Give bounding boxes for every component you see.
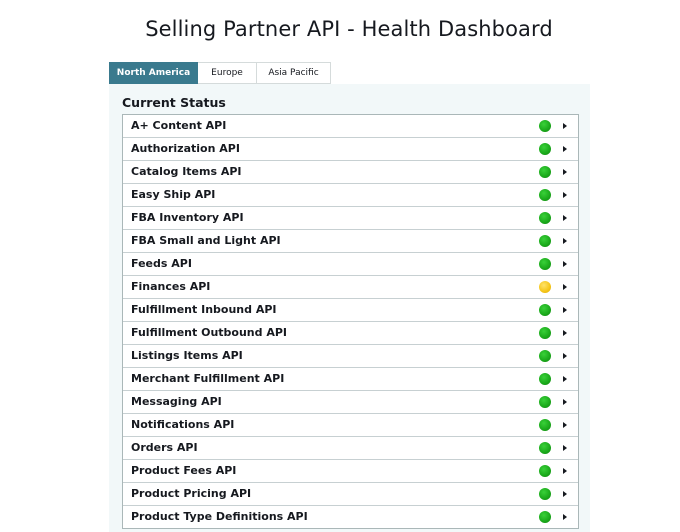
api-name: FBA Inventory API: [131, 211, 244, 224]
api-status-row[interactable]: Product Pricing API: [123, 482, 578, 505]
status-dot-icon: [539, 511, 551, 523]
api-name: Listings Items API: [131, 349, 243, 362]
api-name: Finances API: [131, 280, 211, 293]
caret-right-icon[interactable]: [563, 261, 567, 267]
status-dot-icon: [539, 373, 551, 385]
status-dot-icon: [539, 120, 551, 132]
api-status-row[interactable]: Listings Items API: [123, 344, 578, 367]
api-name: Product Pricing API: [131, 487, 252, 500]
caret-right-icon[interactable]: [563, 330, 567, 336]
caret-right-icon[interactable]: [563, 445, 567, 451]
api-name: A+ Content API: [131, 119, 227, 132]
caret-right-icon[interactable]: [563, 146, 567, 152]
api-status-row[interactable]: Easy Ship API: [123, 183, 578, 206]
page-title: Selling Partner API - Health Dashboard: [145, 17, 553, 41]
api-status-row[interactable]: Finances API: [123, 275, 578, 298]
api-status-row[interactable]: FBA Small and Light API: [123, 229, 578, 252]
api-status-row[interactable]: Authorization API: [123, 137, 578, 160]
api-name: Merchant Fulfillment API: [131, 372, 285, 385]
current-status-panel: Current Status A+ Content API Authorizati…: [109, 84, 590, 532]
caret-right-icon[interactable]: [563, 284, 567, 290]
api-name: Notifications API: [131, 418, 235, 431]
status-dot-icon: [539, 488, 551, 500]
caret-right-icon[interactable]: [563, 468, 567, 474]
api-name: Product Fees API: [131, 464, 237, 477]
tab-north-america[interactable]: North America: [109, 62, 198, 84]
status-dot-icon: [539, 258, 551, 270]
caret-right-icon[interactable]: [563, 307, 567, 313]
caret-right-icon[interactable]: [563, 238, 567, 244]
api-status-row[interactable]: Notifications API: [123, 413, 578, 436]
caret-right-icon[interactable]: [563, 514, 567, 520]
api-status-row[interactable]: Product Type Definitions API: [123, 505, 578, 528]
api-name: Fulfillment Outbound API: [131, 326, 288, 339]
api-status-row[interactable]: Fulfillment Inbound API: [123, 298, 578, 321]
status-dot-icon: [539, 396, 551, 408]
api-status-row[interactable]: Feeds API: [123, 252, 578, 275]
caret-right-icon[interactable]: [563, 422, 567, 428]
caret-right-icon[interactable]: [563, 353, 567, 359]
api-status-row[interactable]: Merchant Fulfillment API: [123, 367, 578, 390]
status-dot-icon: [539, 304, 551, 316]
api-status-row[interactable]: Orders API: [123, 436, 578, 459]
status-dot-icon: [539, 465, 551, 477]
api-name: Orders API: [131, 441, 198, 454]
caret-right-icon[interactable]: [563, 192, 567, 198]
caret-right-icon[interactable]: [563, 399, 567, 405]
api-status-list: A+ Content API Authorization API Catalog I…: [122, 114, 579, 529]
api-name: Easy Ship API: [131, 188, 216, 201]
api-name: Feeds API: [131, 257, 192, 270]
status-dot-icon: [539, 212, 551, 224]
api-status-row[interactable]: Messaging API: [123, 390, 578, 413]
status-dot-icon: [539, 327, 551, 339]
api-status-row[interactable]: Fulfillment Outbound API: [123, 321, 578, 344]
status-dot-icon: [539, 143, 551, 155]
status-dot-icon: [539, 189, 551, 201]
status-dot-icon: [539, 442, 551, 454]
caret-right-icon[interactable]: [563, 169, 567, 175]
status-dot-icon: [539, 350, 551, 362]
api-status-row[interactable]: FBA Inventory API: [123, 206, 578, 229]
caret-right-icon[interactable]: [563, 123, 567, 129]
api-name: Product Type Definitions API: [131, 510, 308, 523]
status-dot-icon: [539, 281, 551, 293]
caret-right-icon[interactable]: [563, 376, 567, 382]
status-dot-icon: [539, 419, 551, 431]
api-name: Fulfillment Inbound API: [131, 303, 277, 316]
caret-right-icon[interactable]: [563, 215, 567, 221]
caret-right-icon[interactable]: [563, 491, 567, 497]
api-status-row[interactable]: Catalog Items API: [123, 160, 578, 183]
tab-europe[interactable]: Europe: [198, 62, 257, 84]
api-name: Catalog Items API: [131, 165, 242, 178]
region-tabs: North America Europe Asia Pacific: [109, 62, 331, 84]
status-dot-icon: [539, 166, 551, 178]
health-dashboard-page: Selling Partner API - Health Dashboard N…: [0, 0, 680, 532]
current-status-heading: Current Status: [122, 95, 226, 110]
api-name: Messaging API: [131, 395, 222, 408]
status-dot-icon: [539, 235, 551, 247]
api-status-row[interactable]: A+ Content API: [123, 115, 578, 137]
api-status-row[interactable]: Product Fees API: [123, 459, 578, 482]
tab-asia-pacific[interactable]: Asia Pacific: [257, 62, 331, 84]
api-name: Authorization API: [131, 142, 240, 155]
api-name: FBA Small and Light API: [131, 234, 281, 247]
